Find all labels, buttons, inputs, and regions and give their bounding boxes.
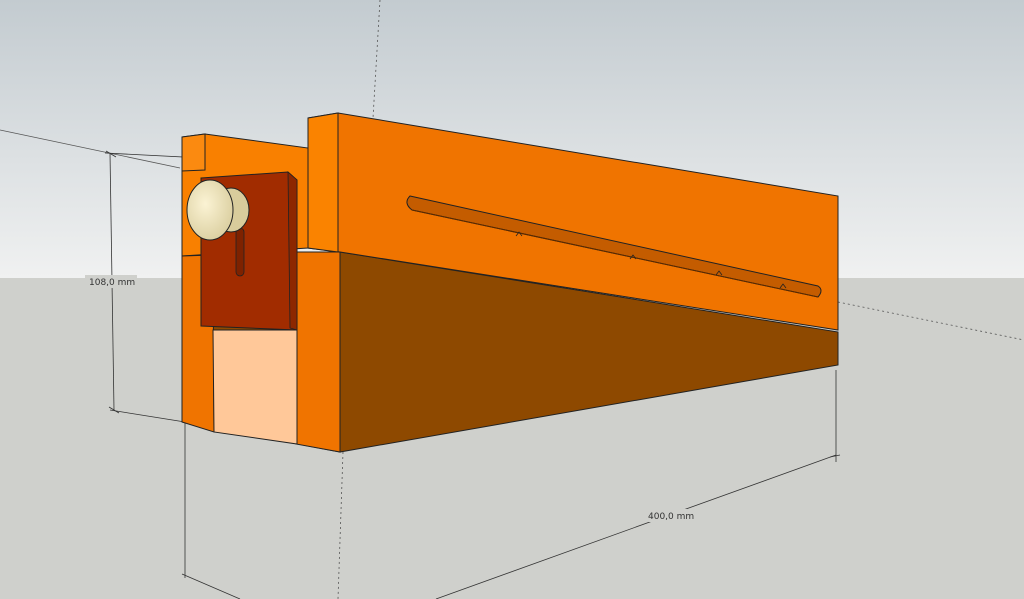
front-frame-right-strip <box>295 251 341 453</box>
front-frame-top <box>181 133 206 172</box>
height-dimension-label: 108,0 mm <box>89 278 135 288</box>
insert-block <box>212 329 298 445</box>
length-dimension-label: 400,0 mm <box>648 512 694 522</box>
clamp-block-side <box>287 171 298 331</box>
sketchup-viewport[interactable]: 108,0 mm 400,0 mm <box>0 0 1024 599</box>
model-canvas: 108,0 mm 400,0 mm <box>0 0 1024 599</box>
side-wall-top <box>307 112 339 253</box>
clamp-slot <box>235 227 245 277</box>
